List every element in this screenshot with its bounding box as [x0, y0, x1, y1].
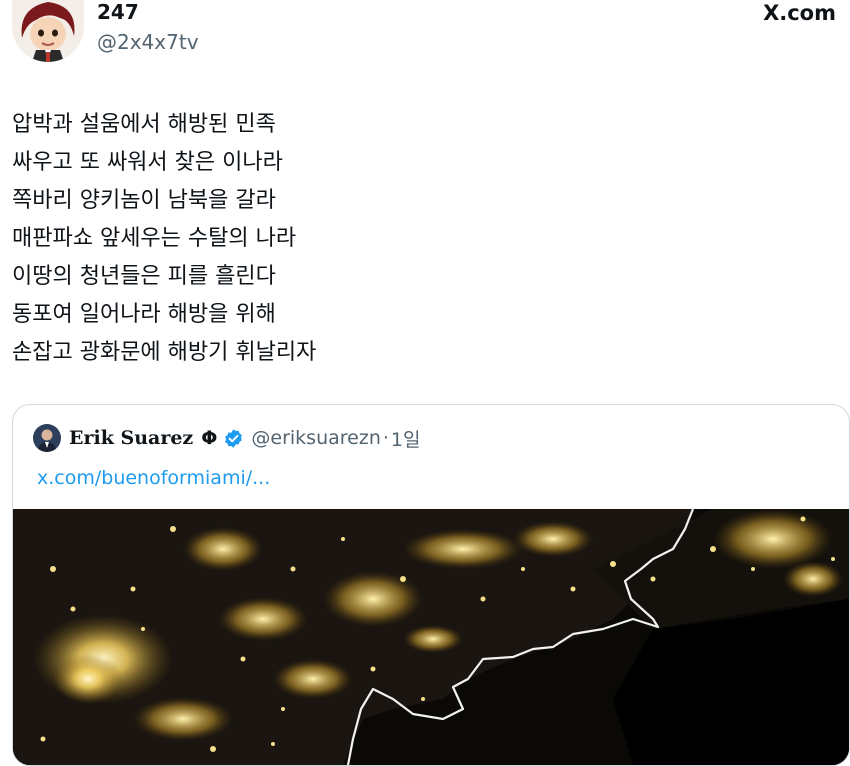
satellite-night-map-image[interactable]: [13, 508, 849, 765]
quoted-handle[interactable]: @eriksuarezn: [251, 427, 380, 449]
quoted-link[interactable]: x.com/buenoformiami/...: [37, 467, 270, 489]
tweet-text-line: 매판파쇼 앞세우는 수탈의 나라: [12, 226, 297, 251]
quoted-timestamp[interactable]: 1일: [391, 425, 421, 452]
tweet-text-line: 쪽바리 양키놈이 남북을 갈라: [12, 188, 276, 213]
quoted-avatar[interactable]: [33, 424, 61, 452]
quoted-tweet-header: Erik Suarez Φ @eriksuarezn · 1일: [33, 423, 420, 453]
tweet-text-line: 압박과 설움에서 해방된 민족: [12, 112, 276, 137]
person-avatar-icon: [33, 424, 61, 452]
tweet-text-line: 이땅의 청년들은 피를 흘린다: [12, 264, 276, 289]
quoted-tweet-card[interactable]: Erik Suarez Φ @eriksuarezn · 1일 x.com/bu…: [12, 404, 850, 766]
avatar[interactable]: [12, 0, 84, 62]
cartoon-avatar-icon: [12, 0, 84, 62]
display-name[interactable]: 247: [97, 0, 139, 24]
x-brand-label: X.com: [763, 1, 836, 25]
tweet-body: 압박과 설움에서 해방된 민족 싸우고 또 싸워서 찾은 이나라 쪽바리 양키놈…: [12, 106, 832, 372]
user-handle[interactable]: @2x4x7tv: [97, 30, 199, 54]
night-lights-map-graphic: [13, 508, 849, 765]
quoted-display-name[interactable]: Erik Suarez: [69, 427, 193, 449]
verified-badge-icon: [225, 428, 243, 448]
tweet-text-line: 손잡고 광화문에 해방기 휘날리자: [12, 340, 317, 365]
dot-separator: ·: [382, 427, 389, 449]
tweet-text-line: 싸우고 또 싸워서 찾은 이나라: [12, 150, 283, 175]
quoted-name-symbol: Φ: [201, 427, 218, 449]
tweet-text-line: 동포여 일어나라 해방을 위해: [12, 302, 276, 327]
